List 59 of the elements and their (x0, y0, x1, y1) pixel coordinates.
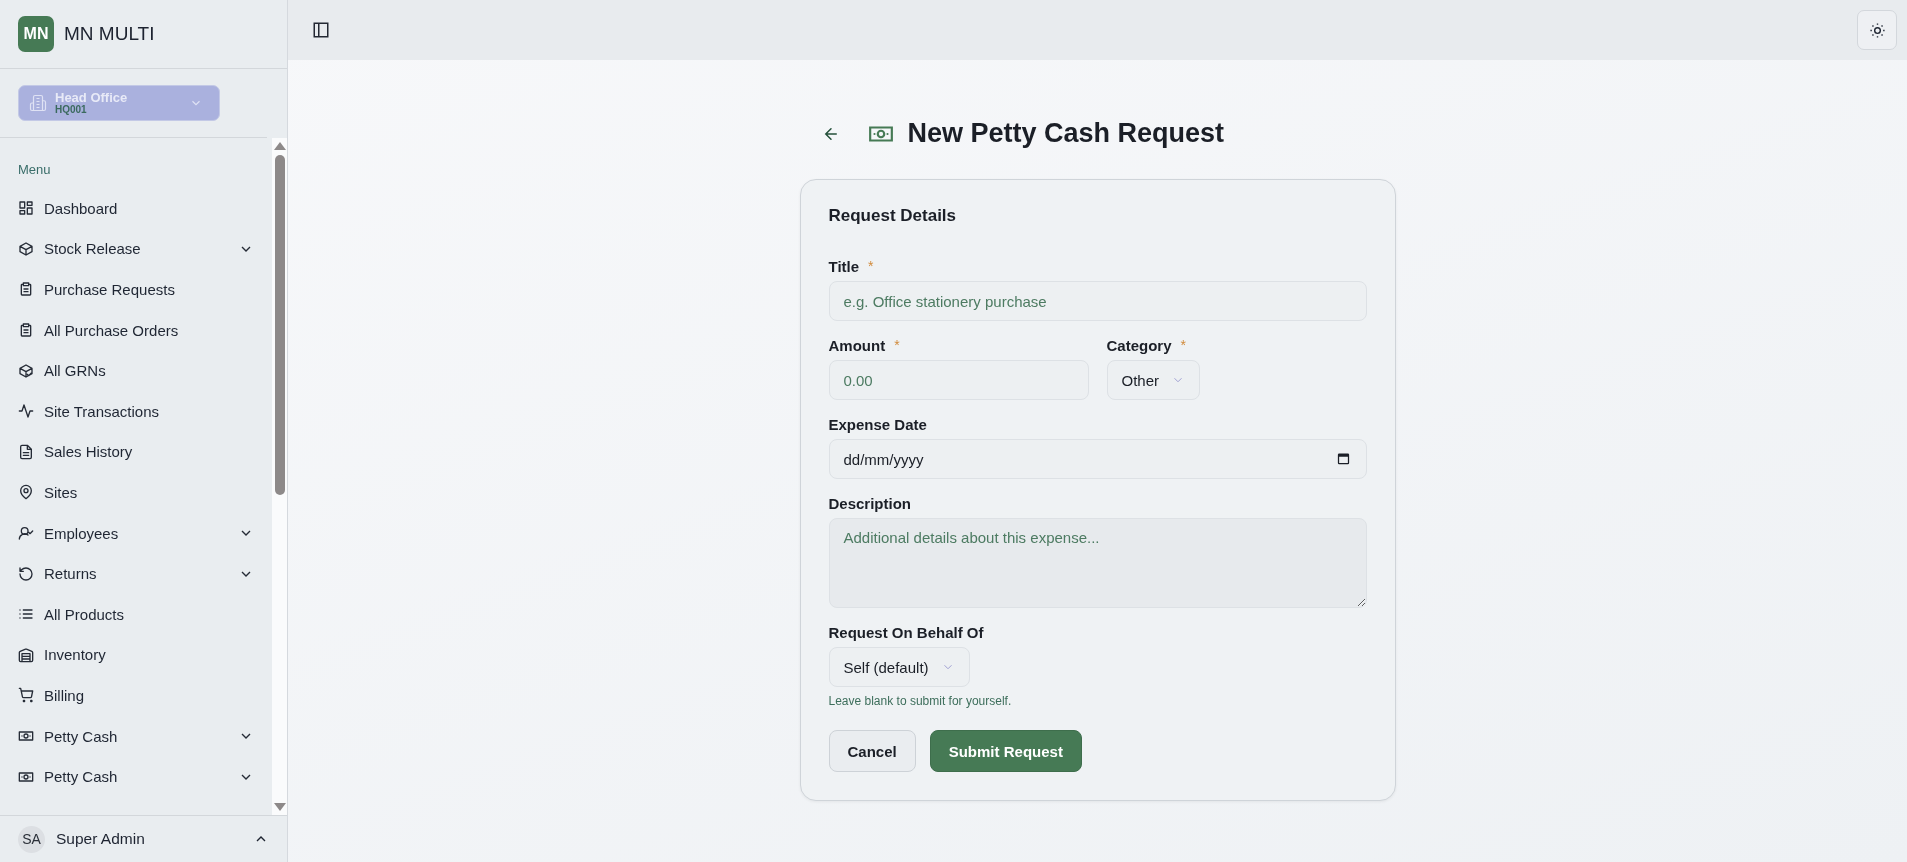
sidebar-item[interactable]: Returns (18, 553, 272, 594)
field-label: Expense Date (828, 416, 927, 433)
clipboard-icon (18, 322, 34, 339)
cart-icon (18, 687, 34, 704)
amount-input[interactable]: 0.00 (828, 360, 1089, 400)
page-title: New Petty Cash Request (907, 118, 1225, 149)
package-icon (18, 362, 34, 379)
cancel-button[interactable]: Cancel (828, 730, 916, 772)
sidebar-toggle-icon[interactable] (312, 21, 330, 39)
sun-icon (1868, 21, 1886, 39)
field-label: Request On Behalf Of (828, 624, 984, 641)
user-check-icon (18, 525, 34, 542)
field-label: Title (828, 258, 860, 275)
theme-toggle-button[interactable] (1857, 10, 1897, 50)
building-icon (29, 94, 47, 112)
sidebar-item[interactable]: Sites (18, 472, 272, 513)
sidebar-item[interactable]: Inventory (18, 634, 272, 676)
sidebar-item[interactable]: All GRNs (18, 350, 272, 391)
calendar-icon[interactable] (1335, 451, 1351, 466)
document-icon (18, 443, 34, 460)
sidebar-item[interactable]: Billing (18, 675, 272, 716)
user-avatar: SA (18, 825, 45, 853)
required-mark: * (894, 337, 900, 354)
box-icon (18, 240, 34, 257)
behalf-select[interactable]: Self (default) (828, 647, 970, 687)
grid-icon (18, 200, 34, 217)
sidebar-item[interactable]: Purchase Requests (18, 269, 272, 310)
sidebar-item[interactable]: Petty Cash (18, 715, 272, 757)
required-mark: * (868, 258, 874, 275)
sidebar-item[interactable]: Petty Cash (18, 756, 272, 797)
sidebar-item[interactable]: All Products (18, 593, 272, 635)
field-label: Amount (828, 337, 886, 354)
location-pin-icon (18, 484, 34, 501)
app-name: MN MULTI (64, 23, 155, 45)
warehouse-icon (18, 646, 34, 663)
sidebar-item[interactable]: Sales History (18, 431, 272, 473)
sidebar-item[interactable]: Dashboard (18, 188, 272, 229)
category-select[interactable]: Other (1106, 360, 1200, 400)
field-label: Description (828, 495, 911, 512)
sidebar-item[interactable]: All Purchase Orders (18, 309, 272, 351)
banknote-icon (18, 728, 34, 744)
clipboard-icon (18, 281, 34, 298)
date-input[interactable]: dd/mm/yyyy (828, 439, 1367, 479)
sidebar-item[interactable]: Stock Release (18, 228, 272, 270)
title-input[interactable]: e.g. Office stationery purchase (828, 281, 1367, 321)
menu-heading: Menu (18, 162, 52, 179)
submit-button[interactable]: Submit Request (929, 730, 1082, 772)
field-label: Category (1106, 337, 1172, 354)
field-hint: Leave blank to submit for yourself. (828, 694, 1013, 708)
rotate-icon (18, 565, 34, 582)
description-textarea[interactable]: Additional details about this expense... (828, 518, 1367, 608)
pulse-icon (18, 403, 34, 420)
user-name: Super Admin (56, 830, 146, 848)
required-mark: * (1180, 337, 1186, 354)
scrollbar[interactable] (272, 138, 287, 815)
card-title: Request Details (828, 206, 958, 226)
sidebar-item[interactable]: Site Transactions (18, 390, 272, 432)
app-logo: MN (18, 16, 54, 52)
sidebar-item[interactable]: Employees (18, 512, 272, 554)
